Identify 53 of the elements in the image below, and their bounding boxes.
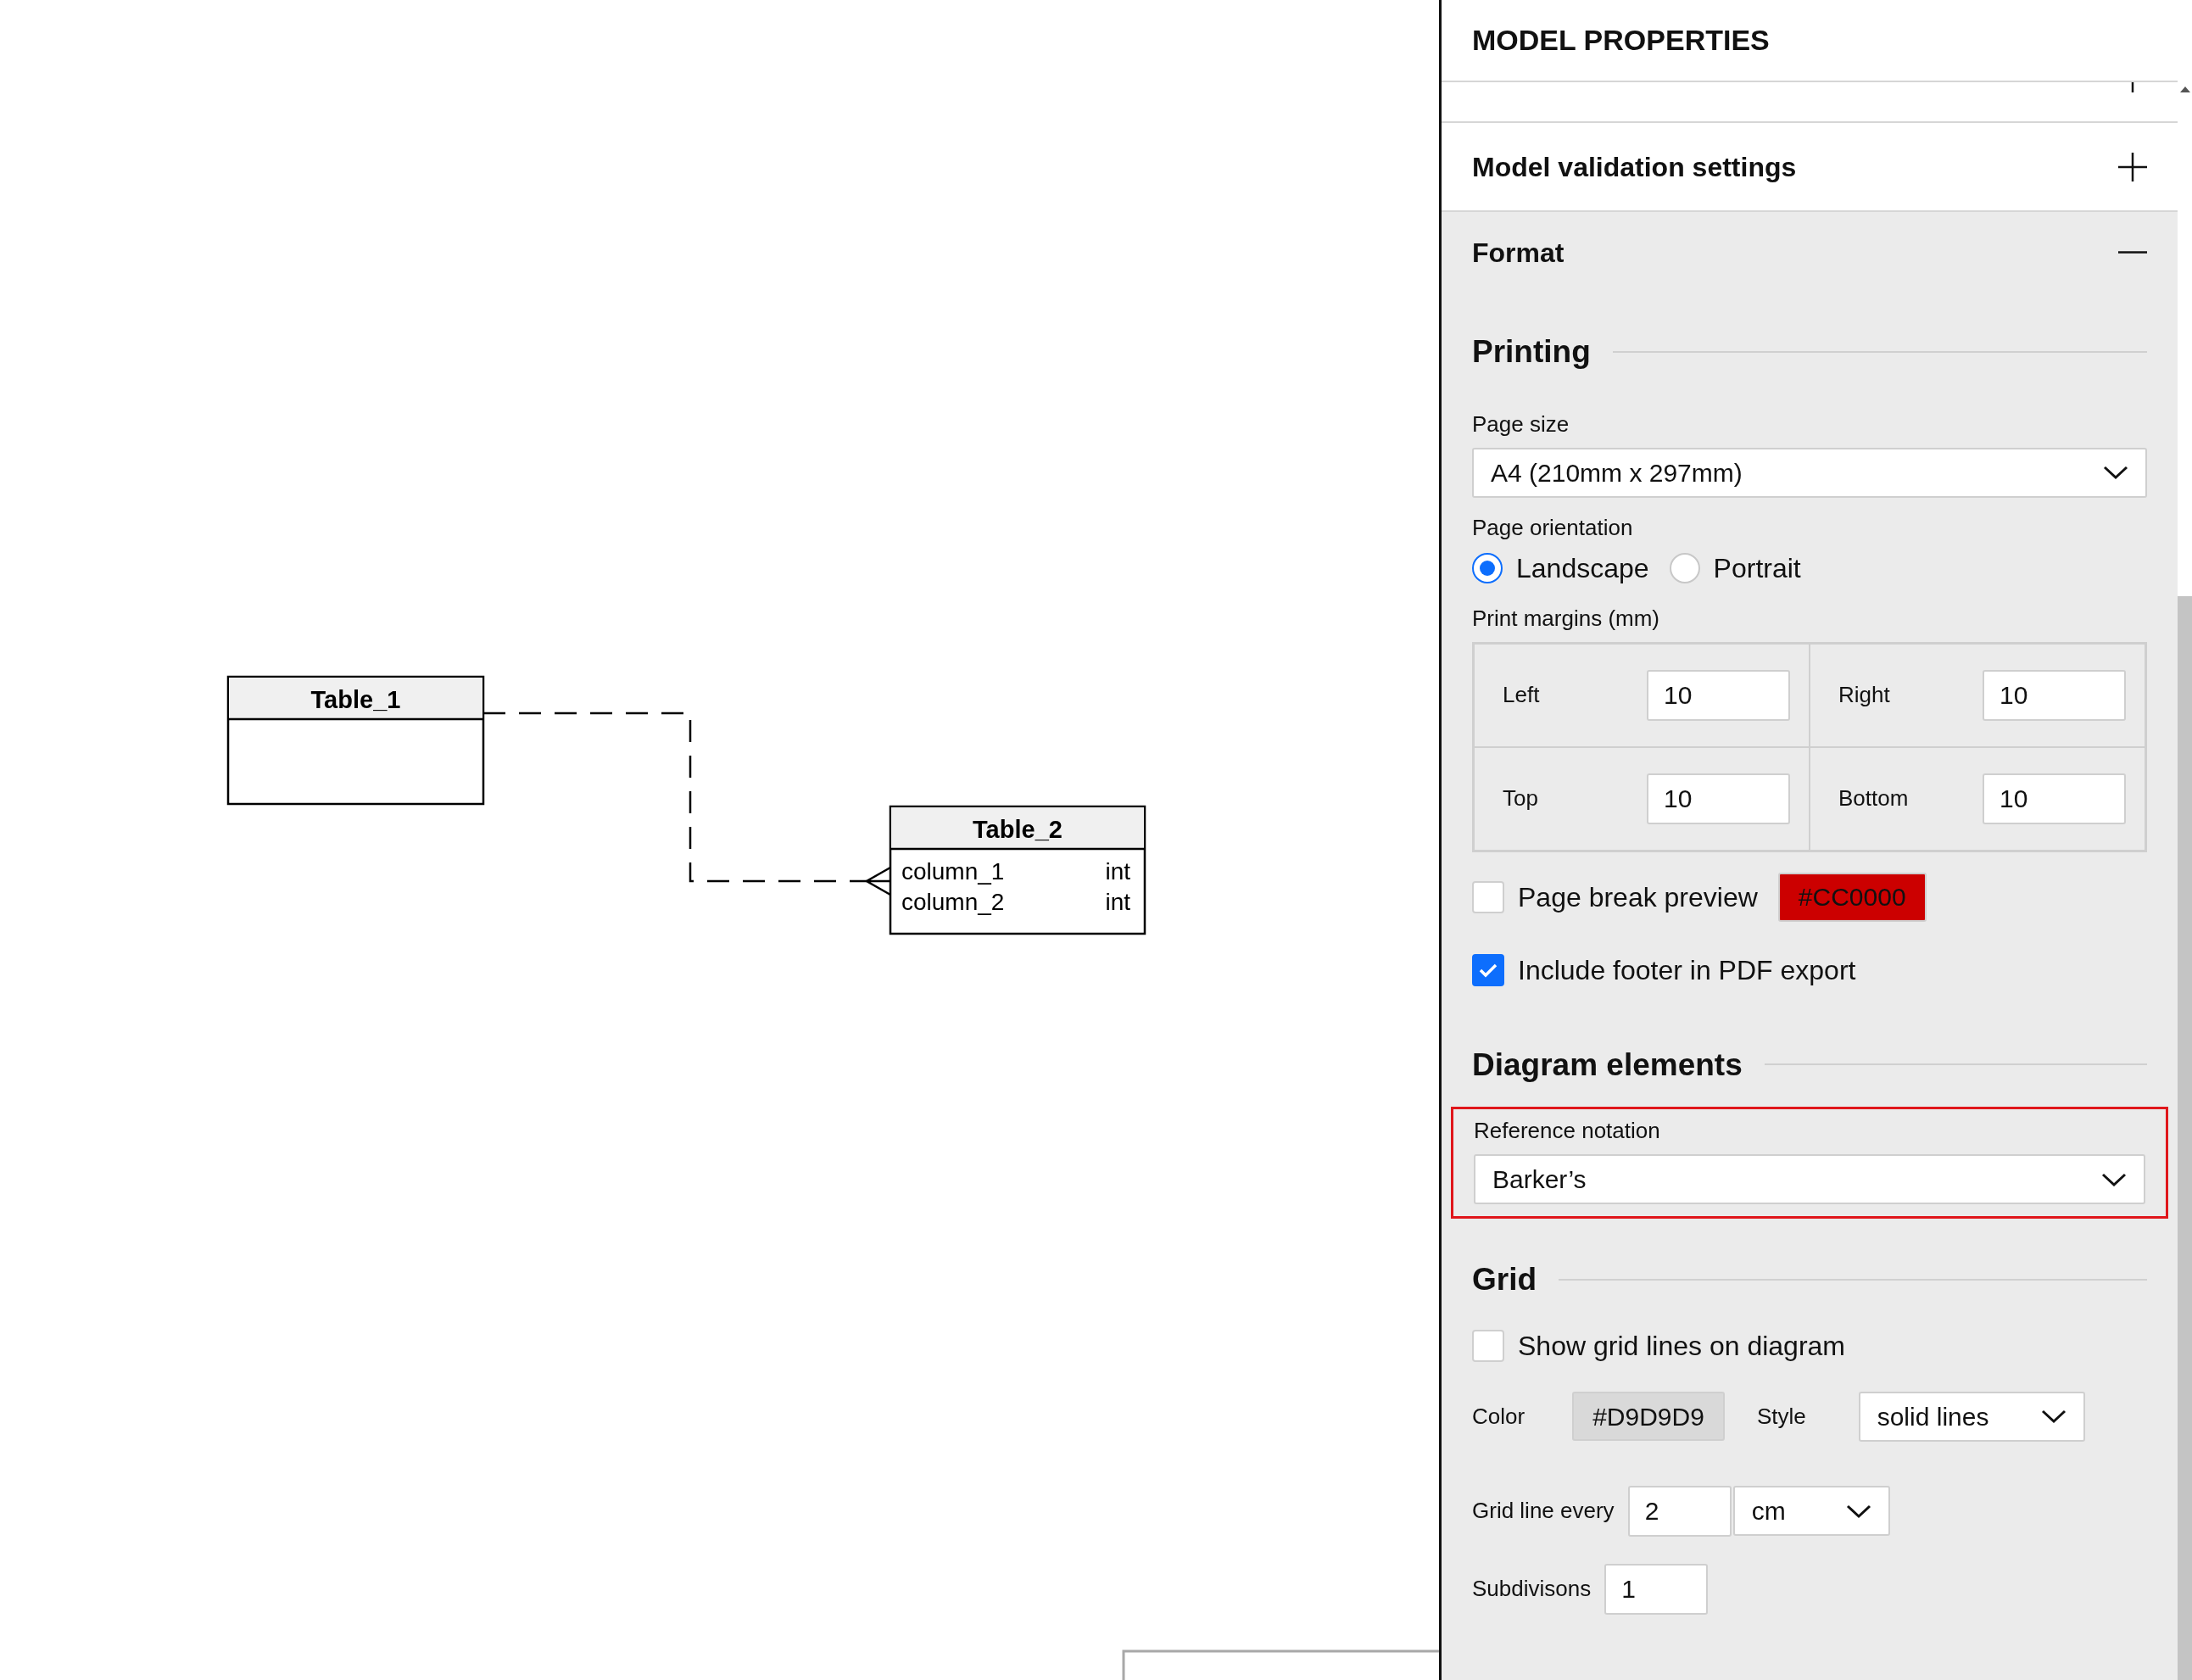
table-name: Table_1: [310, 686, 401, 713]
chevron-down-icon: [2101, 1171, 2127, 1187]
number-input[interactable]: 2: [1627, 1485, 1732, 1537]
margin-input[interactable]: 10: [1983, 773, 2126, 824]
field-label: Page orientation: [1472, 513, 1633, 542]
column-name: column_2: [901, 889, 1005, 915]
field-label: Page size: [1472, 410, 1570, 438]
radio-button[interactable]: [1472, 552, 1503, 583]
checkbox[interactable]: [1472, 953, 1504, 986]
minus-icon: [2118, 251, 2147, 254]
scrollbar-thumb[interactable]: [2178, 596, 2192, 1680]
margin-input[interactable]: 10: [1647, 669, 1790, 721]
margin-label: Right: [1838, 681, 1890, 709]
chevron-down-icon: [1845, 1503, 1871, 1519]
column-name: column_1: [901, 858, 1005, 885]
margin-label: Top: [1503, 784, 1538, 812]
section-heading: Grid: [1472, 1261, 1537, 1298]
section-header[interactable]: Model validation settings: [1442, 123, 2178, 212]
table-name: Table_2: [973, 816, 1063, 843]
section-heading: Diagram elements: [1472, 1046, 1743, 1084]
chevron-down-icon: [2103, 465, 2128, 480]
chevron-down-icon: [2040, 1409, 2067, 1424]
margin-label: Bottom: [1838, 784, 1909, 812]
checkbox-label[interactable]: Include footer in PDF export: [1518, 949, 1856, 991]
scroll-up-icon[interactable]: [2179, 85, 2191, 93]
field-label: Subdivisons: [1472, 1575, 1592, 1603]
field-label: Reference notation: [1474, 1117, 1660, 1145]
number-input[interactable]: 1: [1604, 1563, 1709, 1615]
table-node[interactable]: [889, 805, 1146, 935]
color-swatch[interactable]: #D9D9D9: [1572, 1392, 1725, 1441]
plus-icon: [2118, 152, 2147, 181]
margin-input[interactable]: 10: [1647, 773, 1790, 824]
line-style-dropdown[interactable]: solid lines: [1858, 1391, 2085, 1442]
radio-label[interactable]: Portrait: [1713, 547, 1801, 589]
field-label: Color: [1472, 1402, 1525, 1431]
field-label: Print margins (mm): [1472, 604, 1659, 633]
panel-title: MODEL PROPERTIES: [1472, 23, 1770, 58]
unit-dropdown[interactable]: cm: [1732, 1486, 1890, 1536]
radio-button[interactable]: [1669, 552, 1700, 583]
column-type: int: [1105, 889, 1130, 915]
checkbox-label[interactable]: Page break preview: [1518, 876, 1758, 918]
section-heading: Printing: [1472, 333, 1591, 371]
margin-label: Left: [1503, 681, 1540, 709]
radio-label[interactable]: Landscape: [1516, 547, 1649, 589]
margin-input[interactable]: 10: [1983, 669, 2126, 721]
column-type: int: [1105, 858, 1130, 885]
field-label: Style: [1756, 1402, 1806, 1431]
table-node[interactable]: [226, 675, 485, 806]
notation-dropdown[interactable]: Barker’s: [1474, 1154, 2145, 1204]
plus-icon: [2131, 82, 2134, 92]
field-label: Grid line every: [1472, 1497, 1615, 1525]
page-size-dropdown[interactable]: A4 (210mm x 297mm): [1472, 447, 2147, 498]
checkbox-label[interactable]: Show grid lines on diagram: [1518, 1325, 1845, 1366]
